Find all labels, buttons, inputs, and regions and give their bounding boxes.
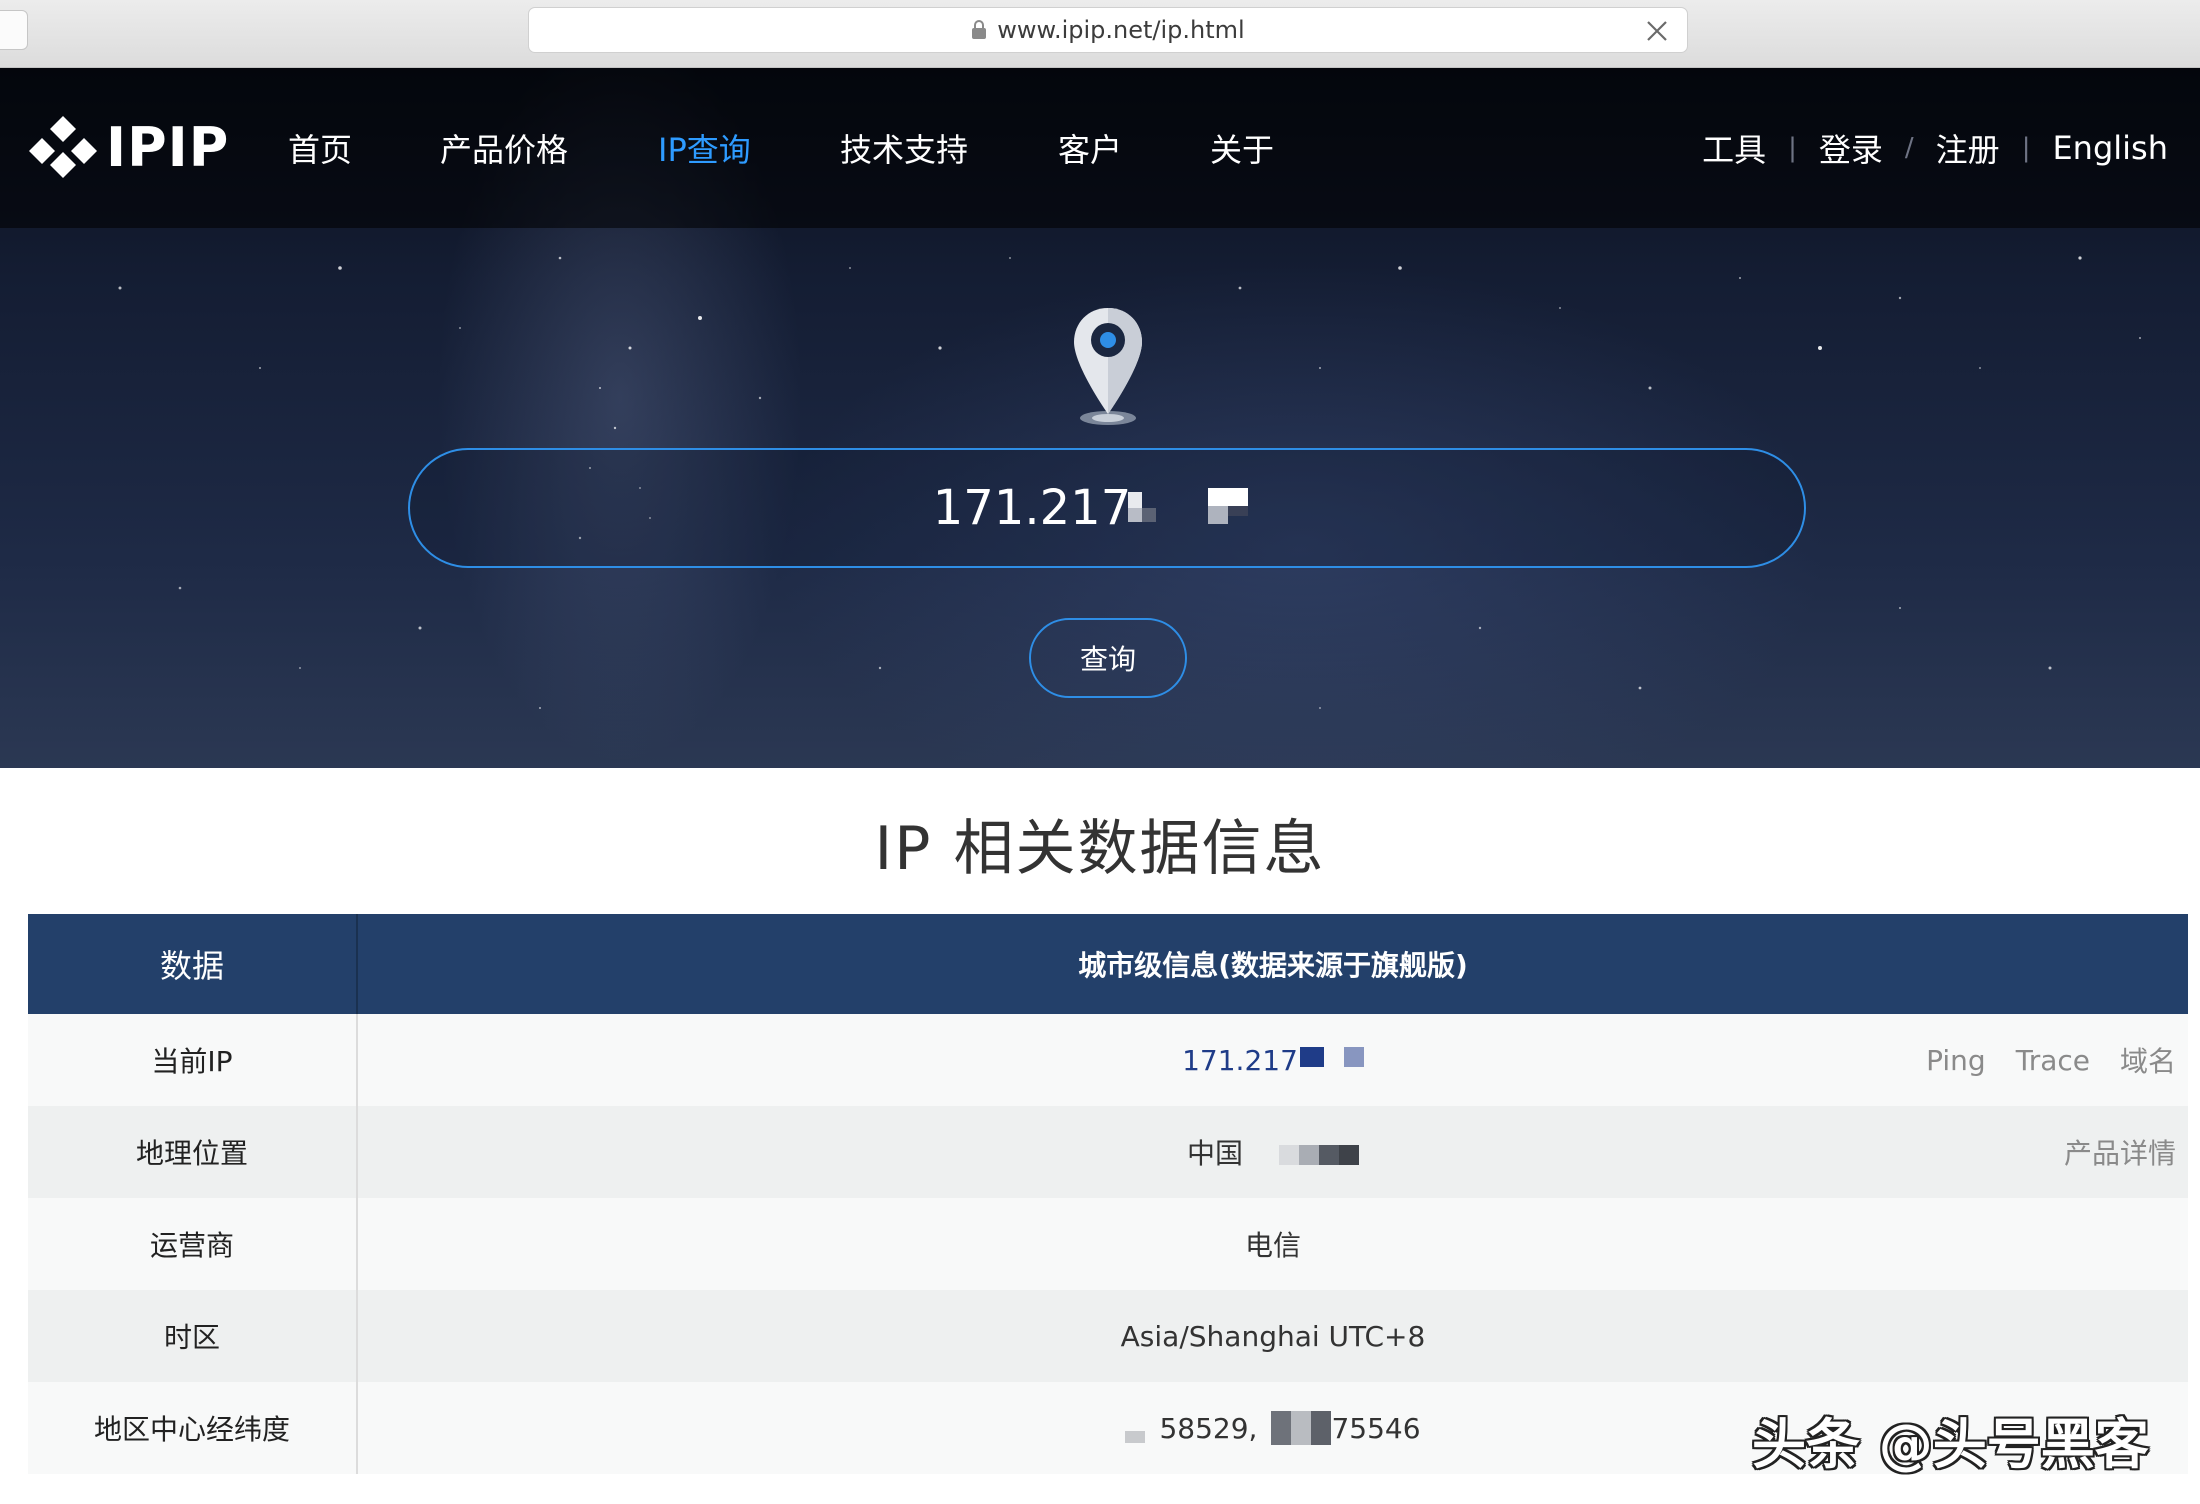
section-title: IP 相关数据信息 (874, 814, 1326, 884)
row-label: 运营商 (28, 1198, 358, 1290)
current-ip-link[interactable]: 171.217 (1182, 1044, 1298, 1077)
header-col-data: 数据 (28, 914, 358, 1014)
row-label: 地理位置 (28, 1106, 358, 1198)
row-value: 171.217 Ping Trace 域名 (358, 1014, 2188, 1106)
ip-actions: Ping Trace 域名 (1896, 1014, 2176, 1106)
nav-item-about[interactable]: 关于 (1210, 125, 1274, 171)
trace-link[interactable]: Trace (2016, 1044, 2090, 1077)
nav-english-link[interactable]: English (2052, 129, 2168, 167)
isp-value: 电信 (1244, 1229, 1301, 1262)
redacted-mosaic (1271, 1411, 1332, 1445)
logo-mark-icon (29, 116, 97, 178)
domain-link[interactable]: 域名 (2120, 1040, 2176, 1080)
nav-item-home[interactable]: 首页 (288, 125, 352, 171)
query-button[interactable]: 查询 (1029, 618, 1187, 698)
table-row: 时区 Asia/Shanghai UTC+8 (28, 1290, 2188, 1382)
nav-register-link[interactable]: 注册 (1936, 125, 2000, 171)
nav-login-link[interactable]: 登录 (1819, 125, 1883, 171)
lock-icon (972, 20, 987, 39)
table-row: 当前IP 171.217 Ping Trace 域名 (28, 1014, 2188, 1106)
nav-separator: | (2021, 133, 2031, 163)
nav-item-pricing[interactable]: 产品价格 (440, 125, 568, 171)
redacted-mosaic (1299, 1047, 1324, 1067)
redacted-mosaic (1125, 1431, 1146, 1443)
ping-link[interactable]: Ping (1926, 1044, 1986, 1077)
nav-right: 工具 | 登录 / 注册 | English (1702, 68, 2168, 228)
sidebar-toggle-button[interactable] (0, 10, 28, 50)
longitude-value: 75546 (1331, 1411, 1421, 1445)
nav-item-ip-query[interactable]: IP查询 (658, 125, 751, 171)
row-label: 地区中心经纬度 (28, 1382, 358, 1474)
location-pin-icon (1074, 308, 1142, 425)
nav-item-support[interactable]: 技术支持 (840, 125, 968, 171)
redacted-mosaic (1128, 488, 1248, 534)
row-label: 当前IP (28, 1014, 358, 1106)
ip-input[interactable] (410, 450, 1804, 566)
close-icon[interactable] (1643, 17, 1671, 45)
ip-data-table: 数据 城市级信息(数据来源于旗舰版) 当前IP 171.217 Ping Tra… (28, 914, 2188, 1474)
row-value: 中国 产品详情 (358, 1106, 2188, 1198)
hero-section: IPIP 首页 产品价格 IP查询 技术支持 客户 关于 工具 | 登录 / 注… (0, 68, 2200, 768)
watermark-text: 头条 @头号黑客 (1752, 1413, 2149, 1476)
address-bar[interactable]: www.ipip.net/ip.html (528, 7, 1688, 53)
table-header: 数据 城市级信息(数据来源于旗舰版) (28, 914, 2188, 1014)
nav-tools-link[interactable]: 工具 (1702, 125, 1766, 171)
redacted-mosaic (1279, 1145, 1359, 1165)
product-details-link[interactable]: 产品详情 (2064, 1132, 2176, 1172)
location-actions: 产品详情 (2034, 1106, 2176, 1198)
timezone-value: Asia/Shanghai UTC+8 (1120, 1319, 1426, 1353)
url-text: www.ipip.net/ip.html (997, 16, 1245, 44)
redacted-mosaic (1343, 1047, 1364, 1067)
nav-separator: / (1904, 133, 1914, 163)
browser-chrome: www.ipip.net/ip.html (0, 0, 2200, 68)
row-label: 时区 (28, 1290, 358, 1382)
logo-text: IPIP (106, 115, 230, 179)
ipip-logo[interactable]: IPIP (28, 112, 229, 182)
top-navbar: IPIP 首页 产品价格 IP查询 技术支持 客户 关于 工具 | 登录 / 注… (0, 68, 2200, 228)
header-col-city-info: 城市级信息(数据来源于旗舰版) (1078, 949, 1468, 982)
table-row: 运营商 电信 (28, 1198, 2188, 1290)
location-value: 中国 (1186, 1137, 1243, 1170)
ip-search-field[interactable] (408, 448, 1806, 568)
latitude-value: 58529, (1159, 1411, 1258, 1445)
nav-separator: | (1788, 133, 1797, 163)
table-row: 地理位置 中国 产品详情 (28, 1106, 2188, 1198)
nav-item-customers[interactable]: 客户 (1058, 125, 1122, 171)
